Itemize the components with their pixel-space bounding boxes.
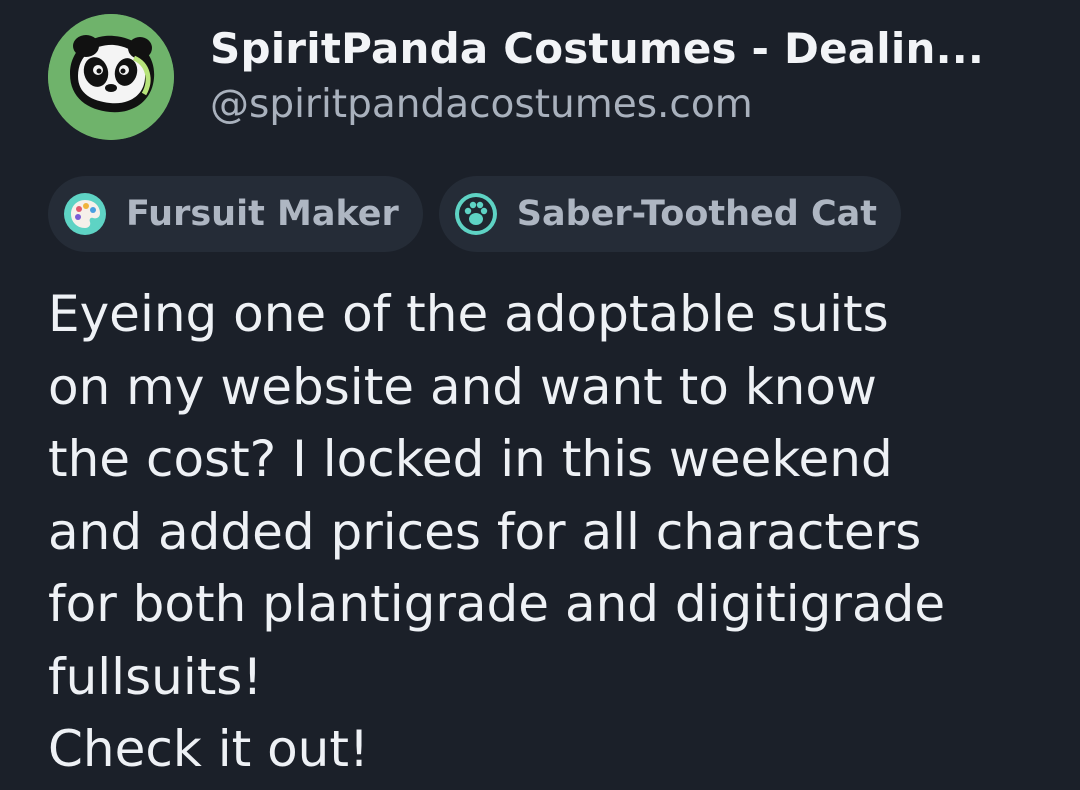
display-name[interactable]: SpiritPanda Costumes - Dealin... (210, 22, 1020, 76)
profile-names: SpiritPanda Costumes - Dealin... @spirit… (210, 22, 1020, 130)
tag-label: Saber-Toothed Cat (516, 194, 878, 234)
profile-handle[interactable]: @spiritpandacostumes.com (210, 80, 1020, 130)
post-header: SpiritPanda Costumes - Dealin... @spirit… (48, 14, 1020, 140)
avatar[interactable] (48, 14, 174, 140)
post-text: Eyeing one of the adoptable suits on my … (48, 285, 946, 778)
palette-icon (62, 191, 108, 237)
tag-label: Fursuit Maker (126, 194, 399, 234)
tag-saber-toothed-cat[interactable]: Saber-Toothed Cat (438, 176, 902, 252)
paw-icon (453, 191, 499, 237)
panda-logo-icon (48, 14, 174, 140)
tag-fursuit-maker[interactable]: Fursuit Maker (48, 176, 423, 252)
profile-tags: Fursuit Maker Saber-Toothed Cat (48, 176, 902, 252)
post-card: SpiritPanda Costumes - Dealin... @spirit… (0, 0, 1080, 790)
